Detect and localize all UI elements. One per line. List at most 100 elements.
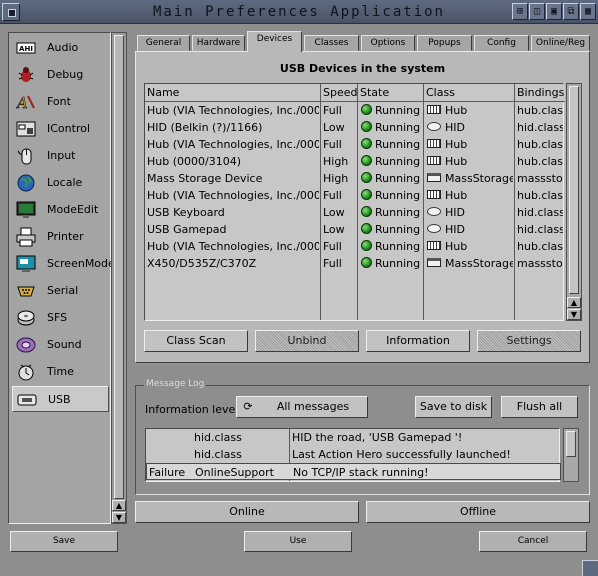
hid-class-icon — [427, 122, 441, 131]
scroll-up-arrow-icon[interactable]: ▲ — [567, 297, 581, 308]
sidebar-item-icontrol[interactable]: IControl — [12, 116, 109, 142]
cancel-button[interactable]: Cancel — [479, 531, 587, 552]
device-class: Hub — [427, 104, 513, 117]
table-row[interactable]: USB Keyboard Low Running HID hid.class — [145, 204, 565, 221]
sidebar-item-serial[interactable]: Serial — [12, 278, 109, 304]
device-bindings: hid.class — [517, 121, 563, 134]
log-scroll-knob[interactable] — [566, 431, 576, 457]
device-state-text: Running — [375, 104, 421, 117]
sidebar-item-locale[interactable]: Locale — [12, 170, 109, 196]
information-level-cycle[interactable]: ⟳ All messages — [236, 396, 368, 418]
font-icon: A — [16, 94, 35, 112]
devices-table[interactable]: Name Speed State Class Bindings Hub (VIA… — [144, 83, 565, 321]
zoom-gadget[interactable]: ⧉ — [563, 3, 579, 20]
running-status-icon — [361, 189, 372, 200]
sidebar-item-label: SFS — [47, 311, 68, 324]
device-class: Hub — [427, 189, 513, 202]
table-row[interactable]: Hub (VIA Technologies, Inc./0001) Full Run… — [145, 136, 565, 153]
sidebar-item-input[interactable]: Input — [12, 143, 109, 169]
popup-gadget[interactable]: ◫ — [529, 3, 545, 20]
device-state-text: Running — [375, 206, 421, 219]
table-row[interactable]: USB Gamepad Low Running HID hid.class — [145, 221, 565, 238]
resize-gadget[interactable] — [582, 560, 598, 576]
log-entry[interactable]: hid.class Last Action Hero successfully l… — [146, 446, 561, 463]
scroll-up-arrow-icon[interactable]: ▲ — [112, 500, 126, 511]
flush-all-button[interactable]: Flush all — [501, 396, 578, 418]
message-log-list[interactable]: hid.class HID the road, 'USB Gamepad '! hi… — [145, 428, 561, 482]
device-class-text: HID — [445, 206, 465, 219]
table-row[interactable]: Hub (VIA Technologies, Inc./0001) Full Run… — [145, 102, 565, 119]
device-state: Running — [361, 257, 423, 270]
online-button[interactable]: Online — [135, 501, 359, 523]
device-class-text: Hub — [445, 189, 468, 202]
table-row[interactable]: Hub (VIA Technologies, Inc./0001) Full Run… — [145, 238, 565, 255]
tab-online-reg[interactable]: Online/Reg — [531, 35, 590, 51]
device-speed: Full — [323, 257, 342, 270]
sidebar-scrollbar[interactable]: ▲ ▼ — [111, 32, 127, 524]
log-message: Last Action Hero successfully launched! — [292, 448, 511, 461]
column-header-state[interactable]: State — [358, 84, 424, 102]
column-header-name[interactable]: Name — [145, 84, 321, 102]
table-row[interactable]: HID (Belkin (?)/1166) Low Running HID hid.cl… — [145, 119, 565, 136]
snapshot-gadget[interactable]: ▣ — [546, 3, 562, 20]
device-state: Running — [361, 121, 423, 134]
sidebar-item-label: IControl — [47, 122, 91, 135]
sidebar-item-screenmode[interactable]: ScreenMode — [12, 251, 115, 277]
table-row[interactable]: X450/D535Z/C370Z Full Running MassStorage ma… — [145, 255, 565, 272]
tab-devices[interactable]: Devices — [247, 31, 302, 52]
table-row[interactable]: Hub (0000/3104) High Running Hub hub.class — [145, 153, 565, 170]
save-to-disk-button[interactable]: Save to disk — [415, 396, 492, 418]
sidebar-item-font[interactable]: A Font — [12, 89, 109, 115]
class-scan-button[interactable]: Class Scan — [144, 330, 248, 352]
scroll-down-arrow-icon[interactable]: ▼ — [567, 309, 581, 320]
iconify-gadget[interactable]: ⊞ — [512, 3, 528, 20]
sidebar-item-sfs[interactable]: SFS — [12, 305, 109, 331]
settings-button[interactable]: Settings — [477, 330, 581, 352]
device-bindings: hid.class — [517, 206, 563, 219]
information-button[interactable]: Information — [366, 330, 470, 352]
devices-scroll-knob[interactable] — [569, 86, 579, 294]
prefs-list[interactable]: AHI Audio Debug A Font IControl Input Lo… — [8, 32, 115, 524]
device-class-text: Hub — [445, 104, 468, 117]
sidebar-item-printer[interactable]: Printer — [12, 224, 109, 250]
tab-options[interactable]: Options — [361, 35, 415, 51]
device-state-text: Running — [375, 223, 421, 236]
table-row[interactable]: Hub (VIA Technologies, Inc./0001) Full Run… — [145, 187, 565, 204]
sidebar-item-modeedit[interactable]: ModeEdit — [12, 197, 109, 223]
running-status-icon — [361, 155, 372, 166]
unbind-button[interactable]: Unbind — [255, 330, 359, 352]
column-header-speed[interactable]: Speed — [321, 84, 358, 102]
log-entry[interactable]: hid.class HID the road, 'USB Gamepad '! — [146, 429, 561, 446]
title-bar[interactable]: Main Preferences Application ⊞ ◫ ▣ ⧉ ▦ — [0, 0, 598, 24]
use-button[interactable]: Use — [244, 531, 352, 552]
running-status-icon — [361, 172, 372, 183]
tab-classes[interactable]: Classes — [304, 35, 359, 51]
depth-gadget[interactable]: ▦ — [580, 3, 596, 20]
device-bindings: hub.class — [517, 138, 563, 151]
save-button[interactable]: Save — [10, 531, 118, 552]
screen-icon — [16, 255, 36, 272]
log-entry[interactable]: Failure OnlineSupport No TCP/IP stack runn… — [146, 463, 561, 480]
table-row[interactable]: Mass Storage Device High Running MassStorag… — [145, 170, 565, 187]
column-header-bindings[interactable]: Bindings — [515, 84, 565, 102]
scroll-down-arrow-icon[interactable]: ▼ — [112, 512, 126, 523]
panel-title: USB Devices in the system — [279, 62, 446, 75]
sidebar-item-audio[interactable]: AHI Audio — [12, 35, 109, 61]
device-name: Hub (VIA Technologies, Inc./0001) — [147, 189, 319, 202]
tab-popups[interactable]: Popups — [417, 35, 472, 51]
bug-icon — [18, 67, 34, 82]
device-name: X450/D535Z/C370Z — [147, 257, 257, 270]
devices-scrollbar[interactable]: ▲ ▼ — [566, 83, 582, 321]
tab-general[interactable]: General — [137, 35, 190, 51]
sidebar-item-usb[interactable]: USB — [12, 386, 109, 412]
sidebar-scroll-knob[interactable] — [114, 35, 124, 499]
tab-hardware[interactable]: Hardware — [192, 35, 245, 51]
sidebar-item-debug[interactable]: Debug — [12, 62, 109, 88]
window-title: Main Preferences Application — [152, 4, 445, 20]
column-header-class[interactable]: Class — [424, 84, 515, 102]
offline-button[interactable]: Offline — [366, 501, 590, 523]
sidebar-item-sound[interactable]: Sound — [12, 332, 109, 358]
log-scrollbar[interactable] — [563, 428, 579, 482]
tab-config[interactable]: Config — [474, 35, 529, 51]
sidebar-item-time[interactable]: Time — [12, 359, 109, 385]
